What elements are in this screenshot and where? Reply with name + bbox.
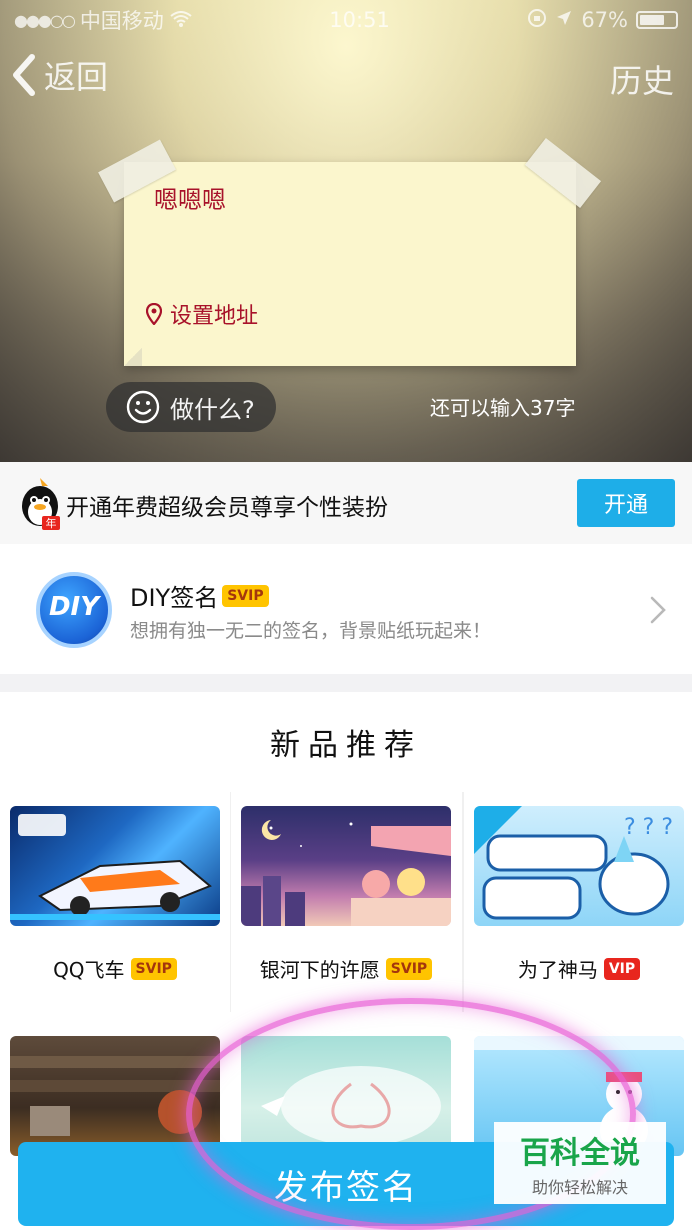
membership-banner: 年 开通年费超级会员尊享个性装扮 开通 bbox=[0, 462, 692, 544]
product-card-galaxy-wish[interactable]: 银河下的许愿 SVIP bbox=[231, 792, 461, 1012]
signature-text[interactable]: 嗯嗯嗯 bbox=[154, 180, 226, 215]
battery-percent: 67% bbox=[581, 8, 628, 32]
product-caption: 为了神马 VIP bbox=[464, 954, 692, 983]
product-caption: QQ飞车 SVIP bbox=[0, 954, 230, 983]
vip-badge: VIP bbox=[603, 957, 641, 980]
product-name: 为了神马 bbox=[517, 958, 598, 982]
battery-icon bbox=[636, 11, 678, 29]
char-remaining: 还可以输入37字 bbox=[430, 396, 576, 420]
signature-note-card[interactable]: 嗯嗯嗯 设置地址 bbox=[98, 138, 602, 366]
product-thumbnail bbox=[241, 1036, 451, 1156]
svip-badge: SVIP bbox=[130, 957, 177, 980]
history-button[interactable]: 历史 bbox=[610, 56, 674, 102]
diy-logo: DIY bbox=[36, 572, 112, 648]
watermark-title: 百科全说 bbox=[520, 1136, 640, 1171]
chevron-right-icon bbox=[650, 596, 666, 624]
svg-text:年: 年 bbox=[46, 516, 57, 530]
product-thumbnail bbox=[10, 806, 220, 926]
open-membership-button[interactable]: 开通 bbox=[577, 479, 675, 527]
smiley-icon bbox=[126, 390, 160, 424]
wifi-icon bbox=[170, 8, 192, 32]
product-thumbnail bbox=[10, 1036, 220, 1156]
signal-icon: ●●●○○ bbox=[14, 10, 76, 30]
svip-badge: SVIP bbox=[222, 584, 269, 607]
nav-bar: 返回 历史 bbox=[0, 52, 692, 104]
product-name: 银河下的许愿 bbox=[259, 958, 380, 982]
qq-penguin-year-icon: 年 bbox=[22, 478, 60, 530]
signature-editor-header: ●●●○○ 中国移动 10:51 67% 返回 历史 嗯嗯嗯 设置地址 做什么?… bbox=[0, 0, 692, 462]
diy-signature-row[interactable]: DIY DIY签名 SVIP 想拥有独一无二的签名，背景贴纸玩起来！ bbox=[0, 544, 692, 674]
tape-right bbox=[524, 138, 602, 208]
set-location-button[interactable]: 设置地址 bbox=[146, 298, 258, 330]
diy-logo-text: DIY bbox=[48, 592, 100, 622]
product-thumbnail: ? ? ? bbox=[474, 806, 684, 926]
rotation-lock-icon bbox=[527, 8, 547, 33]
carrier-label: 中国移动 bbox=[79, 9, 164, 33]
back-label: 返回 bbox=[44, 58, 109, 96]
page-fold bbox=[124, 348, 142, 366]
chevron-left-icon bbox=[13, 54, 35, 96]
status-left: ●●●○○ 中国移动 bbox=[14, 5, 192, 35]
do-what-label: 做什么? bbox=[170, 395, 255, 424]
diy-title: DIY签名 SVIP bbox=[130, 578, 269, 613]
do-what-button[interactable]: 做什么? bbox=[106, 382, 276, 432]
status-right: 67% bbox=[527, 8, 678, 33]
set-location-label: 设置地址 bbox=[170, 304, 259, 329]
svg-text:? ? ?: ? ? ? bbox=[624, 815, 673, 840]
watermark-subtitle: 助你轻松解决 bbox=[531, 1178, 628, 1197]
product-name: QQ飞车 bbox=[53, 958, 125, 982]
clock: 10:51 bbox=[329, 8, 390, 32]
diy-title-label: DIY签名 bbox=[130, 584, 219, 612]
product-card-qq-speed[interactable]: QQ飞车 SVIP bbox=[0, 792, 230, 1012]
location-pin-icon bbox=[146, 303, 162, 325]
watermark: 百科全说 助你轻松解决 bbox=[494, 1122, 666, 1204]
diy-subtitle: 想拥有独一无二的签名，背景贴纸玩起来！ bbox=[130, 620, 492, 642]
membership-text: 开通年费超级会员尊享个性装扮 bbox=[66, 495, 388, 521]
back-button[interactable]: 返回 bbox=[10, 52, 108, 98]
svip-badge: SVIP bbox=[385, 957, 433, 980]
status-bar: ●●●○○ 中国移动 10:51 67% bbox=[0, 0, 692, 40]
product-thumbnail bbox=[241, 806, 451, 926]
location-arrow-icon bbox=[555, 8, 573, 32]
product-card-for-what[interactable]: ? ? ? 为了神马 VIP bbox=[464, 792, 692, 1012]
product-caption: 银河下的许愿 SVIP bbox=[231, 954, 461, 983]
section-title: 新品推荐 bbox=[270, 728, 422, 763]
